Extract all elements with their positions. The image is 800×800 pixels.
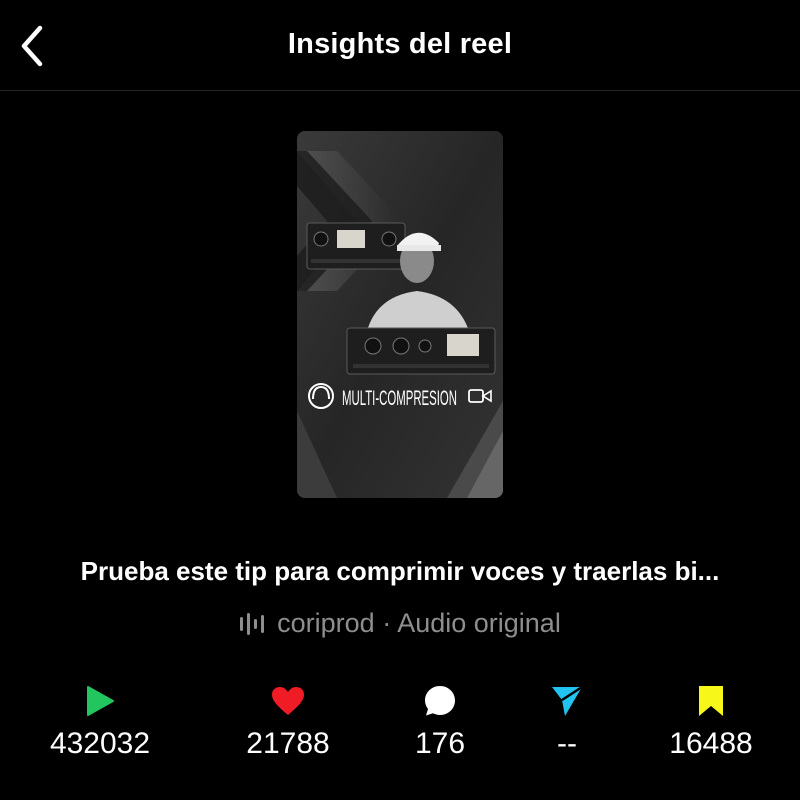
- stats-row: 432032 21788 176 -- 16488: [0, 683, 800, 773]
- likes-count: 21788: [246, 727, 330, 760]
- plugin-top-image: [306, 222, 406, 270]
- bookmark-icon: [699, 686, 723, 716]
- play-icon: [87, 686, 114, 716]
- page-title: Insights del reel: [287, 28, 513, 60]
- comments-count: 176: [414, 727, 466, 760]
- reel-thumbnail[interactable]: MULTI-COMPRESION: [297, 131, 503, 498]
- audio-label: coriprod · Audio original: [277, 608, 561, 638]
- plays-count: 432032: [49, 727, 151, 760]
- stat-shares[interactable]: --: [487, 683, 647, 761]
- reel-caption: Prueba este tip para comprimir voces y t…: [80, 556, 720, 586]
- stat-plays[interactable]: 432032: [20, 683, 180, 761]
- send-icon: [552, 685, 583, 716]
- stat-saves[interactable]: 16488: [631, 683, 791, 761]
- shares-count: --: [557, 727, 577, 760]
- thumb-overlay-text: MULTI-COMPRESION: [342, 387, 457, 410]
- comment-icon: [425, 686, 455, 716]
- audio-wave-icon: [239, 612, 265, 635]
- audio-link[interactable]: coriprod · Audio original: [0, 608, 800, 639]
- top-bar: Insights del reel: [0, 0, 800, 91]
- saves-count: 16488: [669, 727, 753, 760]
- plugin-bottom-image: [346, 327, 496, 375]
- stat-likes[interactable]: 21788: [208, 683, 368, 761]
- heart-icon: [272, 687, 304, 715]
